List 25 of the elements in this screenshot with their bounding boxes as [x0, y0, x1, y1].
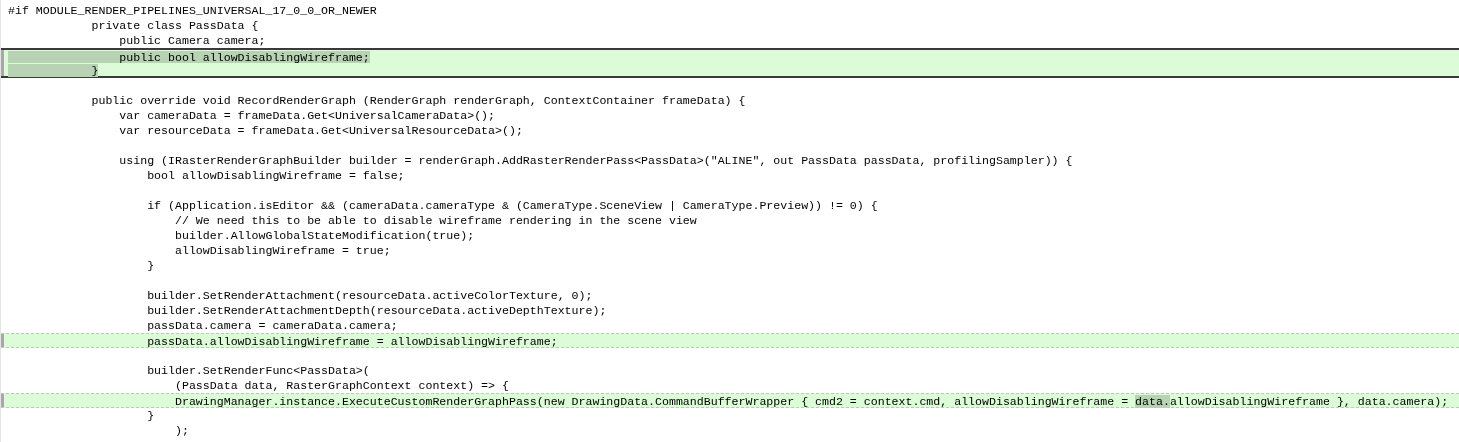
code-text: passData.allowDisablingWireframe = allowDisablingWireframe;: [146, 335, 558, 348]
highlighted-code: }: [8, 64, 99, 77]
code-text: builder.AllowGlobalStateModification(true);: [173, 229, 475, 242]
code-text: var resourceData = frameData.Get<UniversalResourceData>();: [118, 124, 523, 137]
code-text: bool allowDisablingWireframe = false;: [146, 169, 405, 182]
code-text: builder.SetRenderFunc<PassData>(: [146, 364, 370, 377]
code-text: public Camera camera;: [118, 34, 266, 47]
code-text: var cameraData = frameData.Get<UniversalCameraData>();: [118, 109, 496, 122]
code-text: );: [173, 424, 189, 437]
code-text: passData.camera = cameraData.camera;: [146, 319, 398, 332]
code-text: private class PassData {: [90, 19, 259, 32]
code-text: DrawingManager.instance.ExecuteCustomRenderGraphPass(new DrawingData.CommandBufferWrapper { cmd2 = context.cmd, allowDisablingWireframe =: [173, 395, 1130, 408]
code-text: builder.SetRenderAttachment(resourceData.activeColorTexture, 0);: [146, 289, 593, 302]
code-text: }: [146, 409, 155, 422]
highlighted-code: data.: [1135, 395, 1170, 408]
code-text: builder.SetRenderAttachmentDepth(resourceData.activeDepthTexture);: [146, 304, 607, 317]
code-text: }: [146, 259, 155, 272]
code-text: allowDisablingWireframe }, data.camera);: [1169, 395, 1449, 408]
code-text: // We need this to be able to disable wireframe rendering in the scene view: [173, 214, 697, 227]
code-text: if (Application.isEditor && (cameraData.cameraType & (CameraType.SceneView | CameraType.Preview)) != 0) {: [146, 199, 878, 212]
code-text: using (IRasterRenderGraphBuilder builder = renderGraph.AddRasterRenderPass<PassData>("ALINE", out PassData passData, profilingSampler)) {: [118, 154, 1073, 167]
code-text: (PassData data, RasterGraphContext context) => {: [173, 379, 509, 392]
code-text: public override void RecordRenderGraph (RenderGraph renderGraph, ContextContainer frameData) {: [90, 94, 746, 107]
code-text: allowDisablingWireframe = true;: [173, 244, 391, 257]
code-text: #if MODULE_RENDER_PIPELINES_UNIVERSAL_17_0_0_OR_NEWER: [8, 4, 377, 17]
